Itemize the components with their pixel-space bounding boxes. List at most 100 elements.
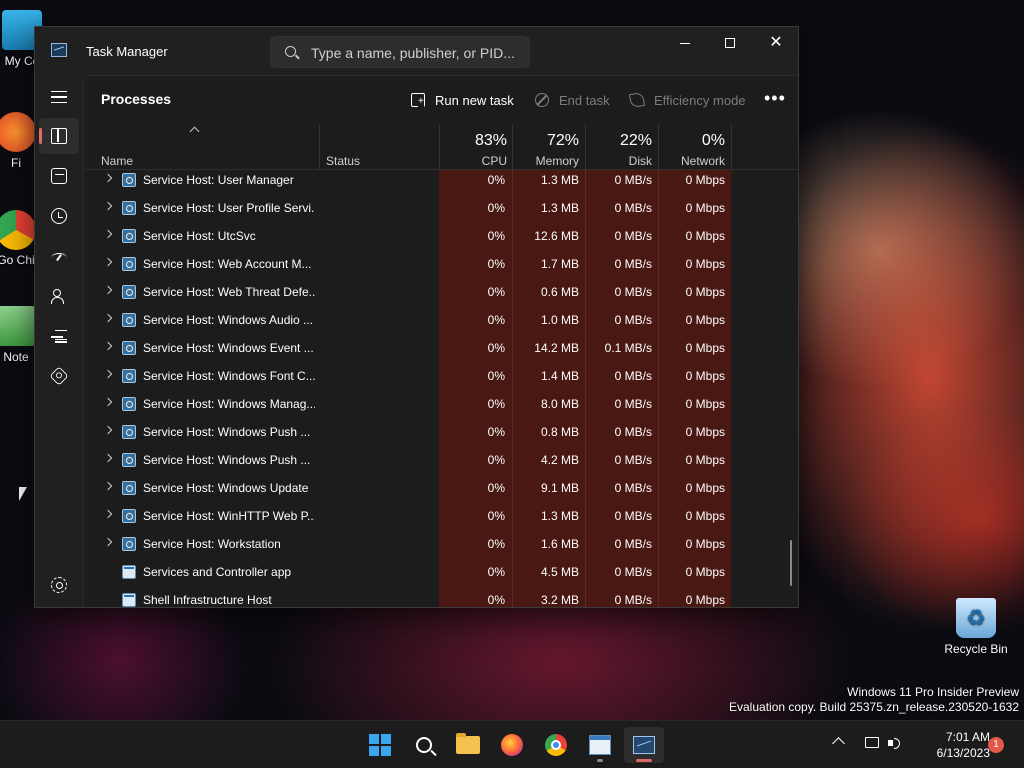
nav-services[interactable] [39, 358, 79, 394]
cpu-value: 0% [487, 425, 505, 439]
service-gear-icon [122, 341, 136, 355]
disk-value: 0 MB/s [614, 313, 652, 327]
chevron-right-icon[interactable] [103, 341, 113, 351]
table-row[interactable]: Service Host: Windows Event ... 0% 14.2 MB… [84, 334, 798, 362]
table-row[interactable]: Service Host: Windows Push ... 0% 4.2 MB 0 … [84, 446, 798, 474]
table-row[interactable]: Service Host: UtcSvc 0% 12.6 MB 0 MB/s 0 Mbp… [84, 222, 798, 250]
file-explorer-icon [456, 733, 480, 754]
nav-users[interactable] [39, 278, 79, 314]
run-task-icon [411, 93, 425, 107]
table-row[interactable]: Service Host: WinHTTP Web P... 0% 1.3 MB 0 … [84, 502, 798, 530]
taskbar-file-explorer[interactable] [448, 727, 488, 763]
table-row[interactable]: Service Host: Workstation 0% 1.6 MB 0 MB/s 0… [84, 530, 798, 558]
chevron-right-icon[interactable] [103, 201, 113, 211]
volume-icon[interactable] [888, 736, 902, 750]
chevron-right-icon[interactable] [103, 397, 113, 407]
table-row[interactable]: Service Host: Windows Font C... 0% 1.4 MB 0… [84, 362, 798, 390]
memory-value: 3.2 MB [540, 593, 579, 607]
system-clock[interactable]: 7:01 AM 6/13/2023 [910, 729, 990, 761]
chevron-right-icon[interactable] [103, 369, 113, 379]
chevron-right-icon[interactable] [103, 173, 113, 183]
taskbar-search-button[interactable] [404, 727, 444, 763]
services-icon [49, 366, 69, 386]
nav-hamburger-button[interactable] [39, 79, 79, 115]
app-window-icon [122, 593, 136, 607]
nav-settings[interactable] [39, 567, 79, 603]
network-value: 0 Mbps [685, 257, 725, 271]
table-row[interactable]: Service Host: Web Threat Defe... 0% 0.6 MB… [84, 278, 798, 306]
memory-value: 1.4 MB [540, 369, 579, 383]
users-icon [51, 288, 67, 304]
taskbar-notepad[interactable] [580, 727, 620, 763]
start-button[interactable] [360, 727, 400, 763]
process-name: Service Host: Windows Push ... [143, 425, 311, 439]
memory-value: 0.8 MB [540, 425, 579, 439]
maximize-button[interactable] [707, 27, 753, 59]
nav-performance[interactable] [39, 158, 79, 194]
table-header: Name Status 83% CPU 72% Memory 22% Disk … [84, 124, 798, 170]
details-icon [51, 328, 67, 344]
table-row[interactable]: Service Host: Windows Audio ... 0% 1.0 MB 0… [84, 306, 798, 334]
sort-ascending-icon [189, 126, 200, 137]
table-row[interactable]: Shell Infrastructure Host 0% 3.2 MB 0 MB/s 0… [84, 586, 798, 607]
memory-value: 12.6 MB [534, 229, 579, 243]
memory-value: 1.3 MB [540, 173, 579, 187]
disk-value: 0 MB/s [614, 509, 652, 523]
table-row[interactable]: Service Host: Windows Update 0% 9.1 MB 0 MB… [84, 474, 798, 502]
process-name: Shell Infrastructure Host [143, 593, 272, 607]
title-bar[interactable]: Task Manager ✕ [35, 27, 798, 75]
windows-watermark: Windows 11 Pro Insider Preview Evaluatio… [729, 685, 1019, 715]
end-task-button[interactable]: End task [535, 90, 610, 110]
service-gear-icon [122, 369, 136, 383]
memory-value: 8.0 MB [540, 397, 579, 411]
cpu-value: 0% [487, 397, 505, 411]
nav-details[interactable] [39, 318, 79, 354]
column-divider[interactable] [731, 124, 732, 170]
network-icon[interactable] [865, 737, 879, 748]
table-row[interactable]: Services and Controller app 0% 4.5 MB 0 MB/… [84, 558, 798, 586]
chevron-right-icon[interactable] [103, 285, 113, 295]
table-row[interactable]: Service Host: User Profile Servi... 0% 1.3… [84, 194, 798, 222]
chevron-right-icon[interactable] [103, 425, 113, 435]
disk-value: 0 MB/s [614, 285, 652, 299]
chevron-right-icon[interactable] [103, 313, 113, 323]
taskbar-chrome[interactable] [536, 727, 576, 763]
notification-badge[interactable]: 1 [988, 737, 1004, 753]
efficiency-mode-button[interactable]: Efficiency mode [628, 90, 746, 110]
show-hidden-icons-chevron-icon[interactable] [832, 737, 845, 750]
cpu-value: 0% [487, 593, 505, 607]
column-divider[interactable] [319, 124, 320, 170]
chevron-right-icon[interactable] [103, 509, 113, 519]
taskbar: 7:01 AM 6/13/2023 1 [0, 720, 1024, 768]
network-value: 0 Mbps [685, 509, 725, 523]
more-options-button[interactable]: ••• [764, 88, 786, 108]
processes-icon [51, 128, 67, 144]
app-window-icon [122, 565, 136, 579]
table-row[interactable]: Service Host: Windows Manag... 0% 8.0 MB 0 … [84, 390, 798, 418]
table-row[interactable]: Service Host: Windows Push ... 0% 0.8 MB 0 … [84, 418, 798, 446]
run-new-task-button[interactable]: Run new task [411, 90, 514, 110]
minimize-button[interactable] [662, 27, 708, 59]
nav-app-history[interactable] [39, 198, 79, 234]
search-input[interactable] [311, 43, 521, 63]
chrome-icon [545, 734, 567, 756]
close-button[interactable]: ✕ [753, 27, 798, 59]
table-row[interactable]: Service Host: User Manager 0% 1.3 MB 0 MB/s… [84, 166, 798, 194]
chevron-right-icon[interactable] [103, 257, 113, 267]
cpu-value: 0% [487, 341, 505, 355]
network-value: 0 Mbps [685, 173, 725, 187]
taskbar-task-manager[interactable] [624, 727, 664, 763]
taskbar-firefox[interactable] [492, 727, 532, 763]
chevron-right-icon[interactable] [103, 229, 113, 239]
table-row[interactable]: Service Host: Web Account M... 0% 1.7 MB 0 … [84, 250, 798, 278]
nav-processes[interactable] [39, 118, 79, 154]
desktop-icon-recycle-bin[interactable]: ♻ Recycle Bin [938, 598, 1014, 656]
chevron-right-icon[interactable] [103, 453, 113, 463]
command-bar: Processes Run new task End task Efficien… [84, 76, 798, 124]
chevron-right-icon[interactable] [103, 537, 113, 547]
chevron-right-icon[interactable] [103, 481, 113, 491]
memory-value: 1.3 MB [540, 201, 579, 215]
process-name: Service Host: Web Threat Defe... [143, 285, 315, 299]
nav-startup-apps[interactable] [39, 238, 79, 274]
search-box[interactable] [270, 36, 530, 68]
